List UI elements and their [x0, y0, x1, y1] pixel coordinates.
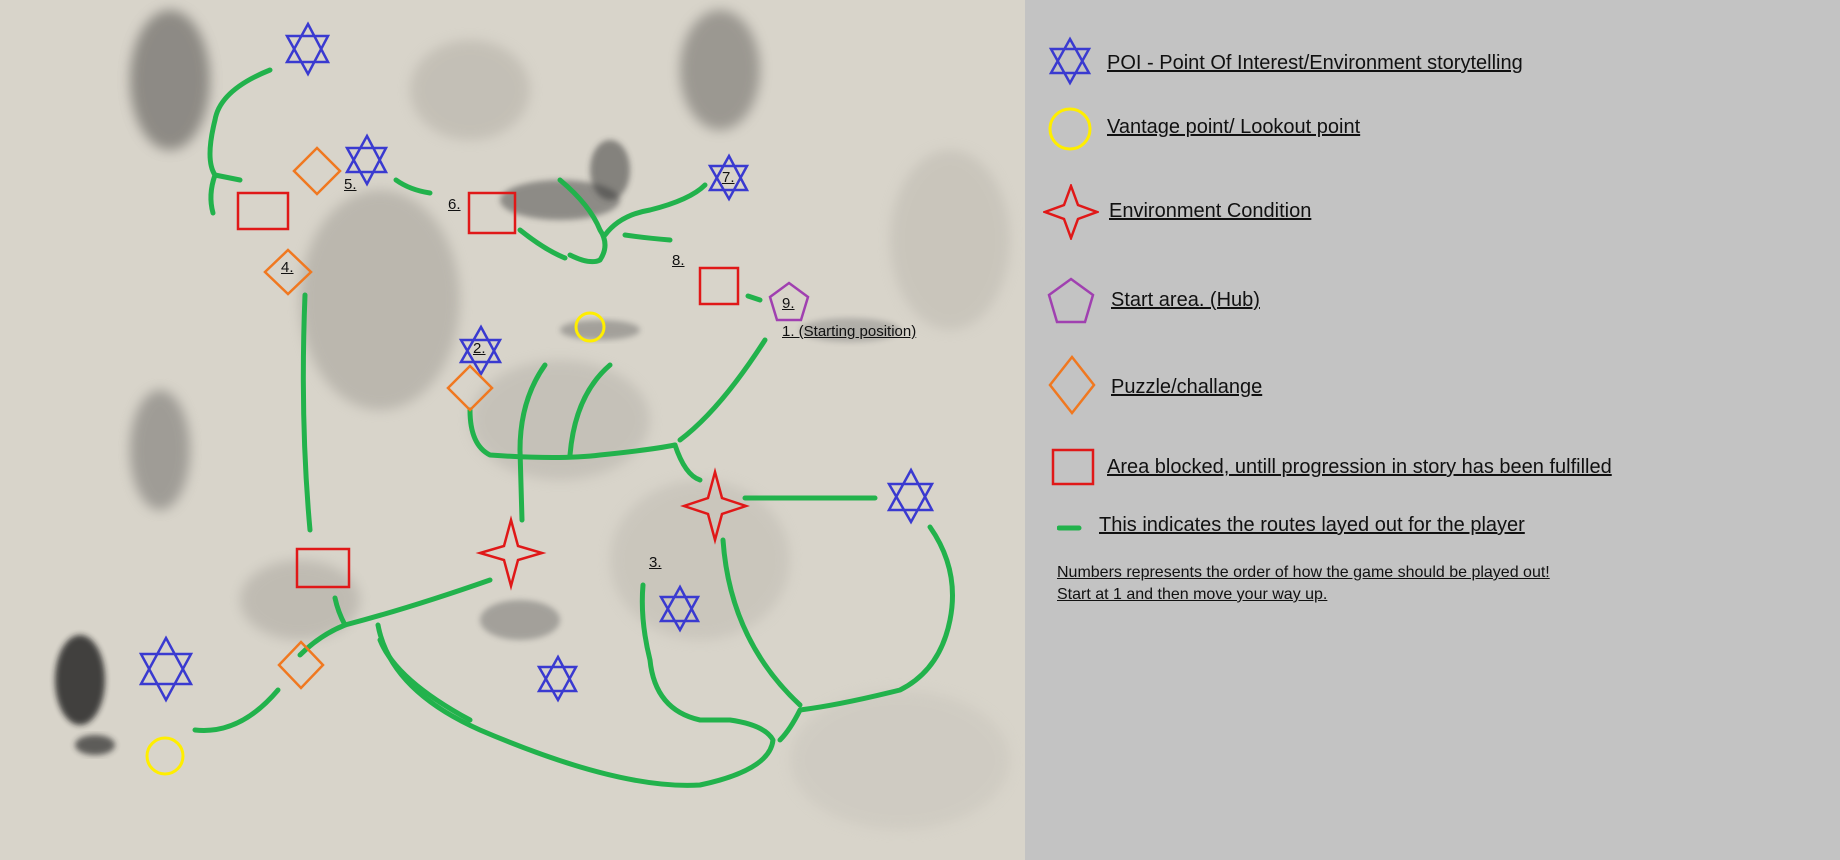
legend-row-poi: POI - Point Of Interest/Environment stor… — [1025, 34, 1840, 90]
map-label-1: 1. (Starting position) — [782, 323, 917, 340]
environment-star-icon — [1043, 184, 1099, 240]
legend-row-environment: Environment Condition — [1025, 184, 1840, 242]
legend-label-start: Start area. (Hub) — [1111, 289, 1260, 311]
legend-label-routes: This indicates the routes layed out for … — [1099, 514, 1525, 536]
start-pentagon-icon — [1047, 277, 1095, 324]
legend-row-vantage: Vantage point/ Lookout point — [1025, 102, 1840, 158]
legend-panel: POI - Point Of Interest/Environment stor… — [1025, 0, 1840, 860]
map-label-6: 6. — [448, 196, 461, 213]
legend-label-puzzle: Puzzle/challange — [1111, 376, 1263, 398]
vantage-circle-icon — [1048, 107, 1092, 151]
map-label-7: 7. — [722, 169, 735, 186]
legend-label-vantage: Vantage point/ Lookout point — [1107, 116, 1361, 138]
legend-notes: Numbers represents the order of how the … — [1057, 562, 1550, 606]
map-label-9: 9. — [782, 295, 795, 312]
map-label-4: 4. — [281, 259, 294, 276]
note-line-1: Numbers represents the order of how the … — [1057, 564, 1550, 581]
poi-star-icon — [1048, 36, 1092, 86]
map-label-2: 2. — [473, 340, 486, 357]
route-dash-icon — [1057, 525, 1082, 531]
legend-row-blocked: Area blocked, untill progression in stor… — [1025, 446, 1840, 502]
legend-label-blocked: Area blocked, untill progression in stor… — [1107, 456, 1612, 478]
map-label-3: 3. — [649, 554, 662, 571]
map-label-8: 8. — [672, 252, 685, 269]
terrain-map-canvas — [0, 0, 1025, 860]
legend-row-start: Start area. (Hub) — [1025, 275, 1840, 331]
blocked-square-icon — [1051, 448, 1095, 486]
legend-label-environment: Environment Condition — [1109, 200, 1312, 222]
note-line-2: Start at 1 and then move your way up. — [1057, 586, 1328, 603]
terrain-map: 1. (Starting position) 2. 3. 4. 5. 6. 7.… — [0, 0, 1025, 860]
legend-label-poi: POI - Point Of Interest/Environment stor… — [1107, 52, 1523, 74]
map-label-5: 5. — [344, 176, 357, 193]
legend-row-routes: This indicates the routes layed out for … — [1025, 510, 1840, 566]
legend-row-puzzle: Puzzle/challange — [1025, 354, 1840, 416]
puzzle-diamond-icon — [1048, 354, 1096, 416]
